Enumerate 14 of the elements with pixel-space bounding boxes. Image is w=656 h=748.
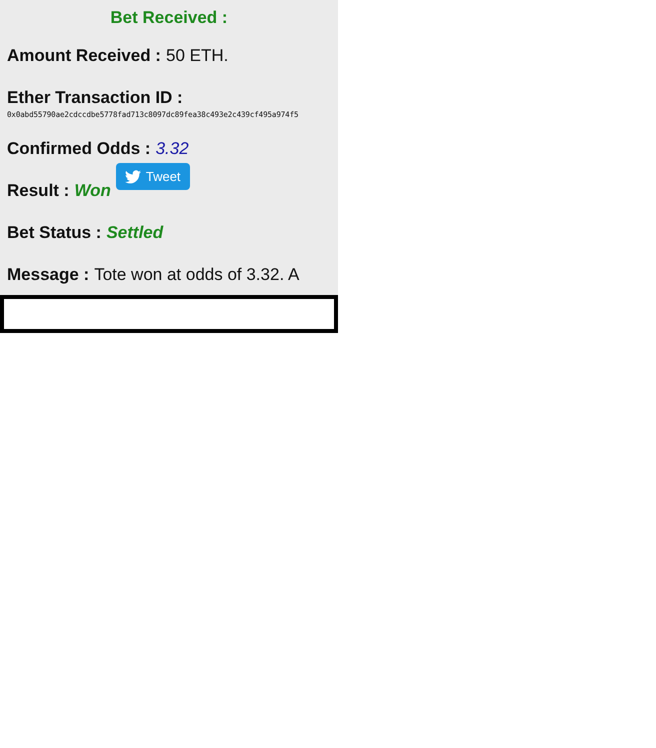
field-label: Bet Status : [7, 223, 102, 243]
field-value: 50 ETH. [166, 46, 228, 66]
field-label: Amount Received : [7, 46, 161, 66]
field-label: Confirmed Odds : [7, 139, 151, 159]
field-value: Won [74, 181, 111, 201]
field-value: Settled [106, 223, 164, 243]
field-value: Tote won at odds of 3.32. A [94, 265, 300, 285]
tweet-button[interactable]: Tweet [116, 163, 190, 190]
panel-title: Bet Received : [109, 8, 229, 28]
field-value: 3.32 [156, 139, 189, 159]
field-label: Result : [7, 181, 70, 201]
field-label: Message : [7, 265, 90, 285]
bird-icon [124, 170, 141, 184]
field-label: Ether Transaction ID : [7, 88, 183, 108]
